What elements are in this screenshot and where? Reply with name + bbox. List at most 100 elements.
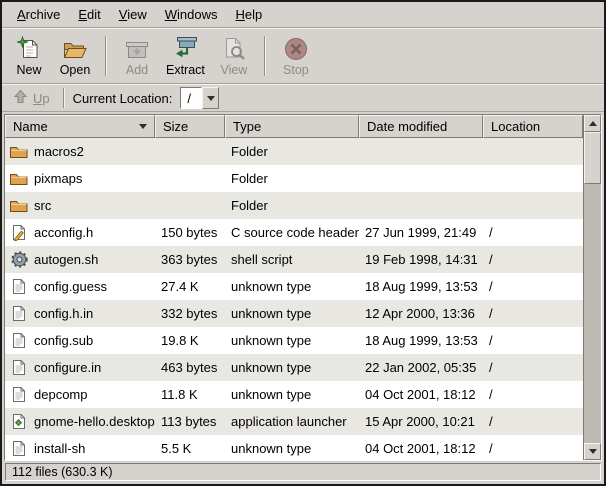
document-icon xyxy=(8,440,30,457)
table-row[interactable]: configure.in463 bytesunknown type22 Jan … xyxy=(5,354,583,381)
table-row[interactable]: srcFolder xyxy=(5,192,583,219)
launcher-file-icon xyxy=(8,413,30,430)
file-date-modified: 15 Apr 2000, 10:21 xyxy=(359,414,483,429)
column-header-name-label: Name xyxy=(13,119,48,134)
file-name-cell: macros2 xyxy=(5,144,155,160)
toolbar-separator xyxy=(105,36,107,76)
current-location-label: Current Location: xyxy=(73,91,173,106)
file-name: acconfig.h xyxy=(34,225,93,240)
file-name-cell: depcomp xyxy=(5,386,155,403)
view-button: View xyxy=(211,31,257,81)
table-row[interactable]: config.guess27.4 Kunknown type18 Aug 199… xyxy=(5,273,583,300)
file-size: 150 bytes xyxy=(155,225,225,240)
file-name: config.sub xyxy=(34,333,93,348)
menu-archive[interactable]: Archive xyxy=(8,4,69,25)
table-row[interactable]: config.h.in332 bytesunknown type12 Apr 2… xyxy=(5,300,583,327)
file-name: src xyxy=(34,198,51,213)
up-button: Up xyxy=(8,87,55,109)
up-button-label: Up xyxy=(33,91,50,106)
table-row[interactable]: install-sh5.5 Kunknown type04 Oct 2001, … xyxy=(5,435,583,460)
location-bar-separator xyxy=(63,88,65,108)
extract-icon xyxy=(172,36,198,62)
file-list-body: macros2 Folder pixmapsFoldersrcFolder accon… xyxy=(5,138,583,460)
scroll-up-icon xyxy=(589,121,597,126)
location-value[interactable]: / xyxy=(180,87,202,109)
file-date-modified: 19 Feb 1998, 14:31 xyxy=(359,252,483,267)
add-button: Add xyxy=(114,31,160,81)
file-date-modified: 04 Oct 2001, 18:12 xyxy=(359,387,483,402)
table-row[interactable]: acconfig.h150 bytesC source code header2… xyxy=(5,219,583,246)
column-header-name[interactable]: Name xyxy=(5,115,155,138)
menu-windows[interactable]: Windows xyxy=(156,4,227,25)
toolbar: NewOpenAddExtractViewStop xyxy=(2,28,604,84)
table-row[interactable]: pixmapsFolder xyxy=(5,165,583,192)
open-button[interactable]: Open xyxy=(52,31,98,81)
file-size: 332 bytes xyxy=(155,306,225,321)
column-headers: Name Size Type Date modified Location xyxy=(5,115,583,138)
new-button[interactable]: New xyxy=(6,31,52,81)
table-row[interactable]: macros2 Folder xyxy=(5,138,583,165)
document-icon xyxy=(8,359,30,376)
shell-script-icon xyxy=(8,251,30,268)
c-header-file-icon xyxy=(8,224,30,241)
file-name-cell: gnome-hello.desktop xyxy=(5,413,155,430)
file-size: 113 bytes xyxy=(155,414,225,429)
document-icon xyxy=(8,386,30,403)
file-name-cell: acconfig.h xyxy=(5,224,155,241)
file-name: macros2 xyxy=(34,144,84,159)
file-name: config.h.in xyxy=(34,306,93,321)
file-name-cell: install-sh xyxy=(5,440,155,457)
extract-button[interactable]: Extract xyxy=(160,31,211,81)
file-type: C source code header xyxy=(225,225,359,240)
file-location: / xyxy=(483,387,583,402)
file-location: / xyxy=(483,279,583,294)
file-type: unknown type xyxy=(225,279,359,294)
folder-icon xyxy=(8,144,30,160)
vertical-scrollbar[interactable] xyxy=(583,115,601,460)
table-row[interactable]: config.sub19.8 Kunknown type18 Aug 1999,… xyxy=(5,327,583,354)
file-type: unknown type xyxy=(225,387,359,402)
column-header-date-modified[interactable]: Date modified xyxy=(359,115,483,138)
scrollbar-thumb[interactable] xyxy=(584,132,601,184)
archive-manager-window: Archive Edit View Windows Help New Open Ad… xyxy=(0,0,606,486)
location-dropdown-button[interactable] xyxy=(202,87,219,109)
location-combobox[interactable]: / xyxy=(180,87,219,109)
scroll-down-icon xyxy=(589,449,597,454)
chevron-down-icon xyxy=(207,96,215,101)
column-header-location[interactable]: Location xyxy=(483,115,583,138)
file-name: configure.in xyxy=(34,360,101,375)
file-location: / xyxy=(483,333,583,348)
status-text: 112 files (630.3 K) xyxy=(12,465,113,479)
file-type: application launcher xyxy=(225,414,359,429)
toolbar-separator xyxy=(264,36,266,76)
file-location: / xyxy=(483,306,583,321)
location-bar: Up Current Location: / xyxy=(2,84,604,112)
table-row[interactable]: autogen.sh363 bytesshell script19 Feb 19… xyxy=(5,246,583,273)
view-file-icon xyxy=(221,36,247,62)
file-type: Folder xyxy=(225,144,359,159)
file-name: autogen.sh xyxy=(34,252,98,267)
file-location: / xyxy=(483,414,583,429)
file-size: 19.8 K xyxy=(155,333,225,348)
table-row[interactable]: depcomp11.8 Kunknown type04 Oct 2001, 18… xyxy=(5,381,583,408)
table-row[interactable]: gnome-hello.desktop113 bytesapplication … xyxy=(5,408,583,435)
file-type: unknown type xyxy=(225,306,359,321)
scrollbar-up-button[interactable] xyxy=(584,115,601,132)
file-list-main: Name Size Type Date modified Location ma… xyxy=(5,115,583,460)
file-size: 363 bytes xyxy=(155,252,225,267)
file-location: / xyxy=(483,225,583,240)
toolbar-button-label: Extract xyxy=(166,63,205,77)
column-header-type[interactable]: Type xyxy=(225,115,359,138)
toolbar-button-label: New xyxy=(16,63,41,77)
file-date-modified: 22 Jan 2002, 05:35 xyxy=(359,360,483,375)
scrollbar-track[interactable] xyxy=(584,184,601,443)
menu-help[interactable]: Help xyxy=(226,4,271,25)
file-list: Name Size Type Date modified Location ma… xyxy=(4,114,602,461)
file-size: 11.8 K xyxy=(155,387,225,402)
menu-view[interactable]: View xyxy=(110,4,156,25)
scrollbar-down-button[interactable] xyxy=(584,443,601,460)
open-archive-icon xyxy=(62,36,88,62)
menu-edit[interactable]: Edit xyxy=(69,4,109,25)
column-header-size[interactable]: Size xyxy=(155,115,225,138)
folder-icon xyxy=(8,171,30,187)
